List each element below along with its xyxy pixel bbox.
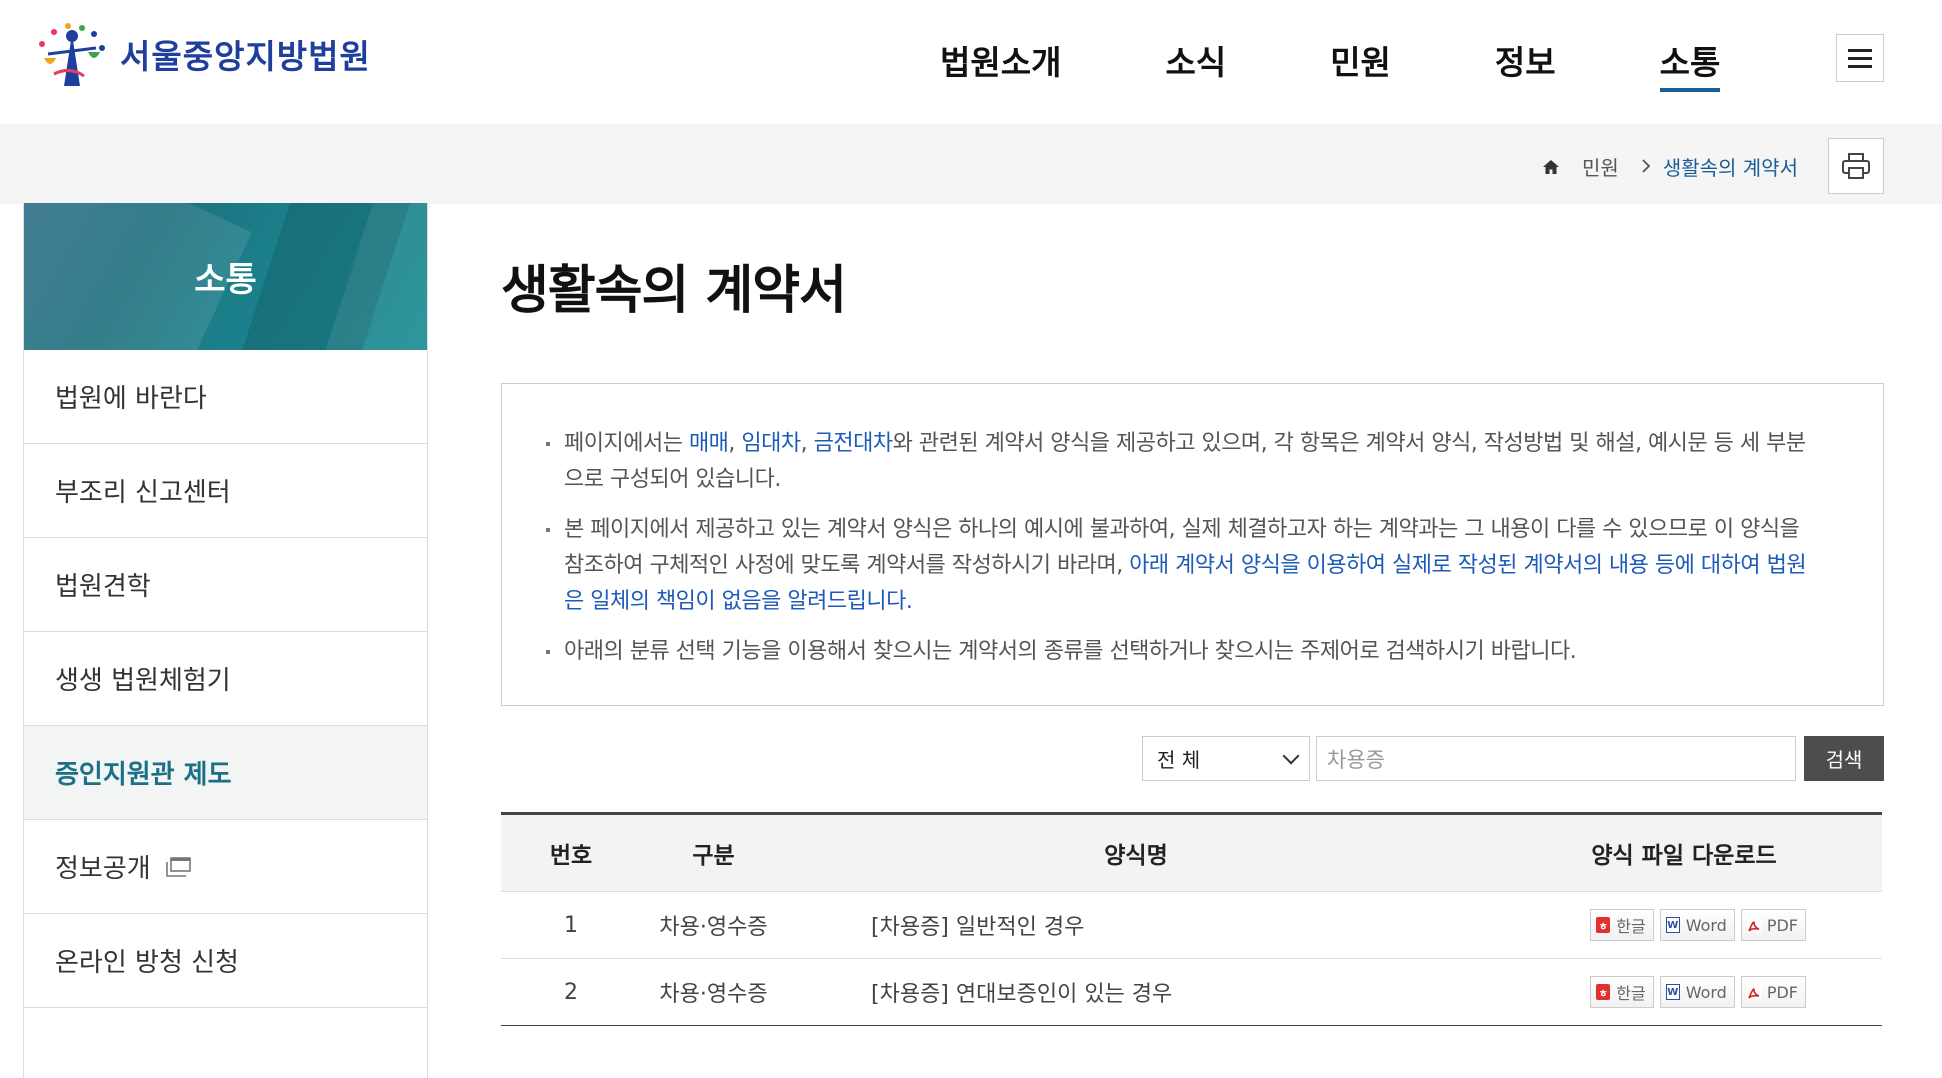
word-file-icon: W xyxy=(1665,984,1680,1000)
hwp-file-icon: ㅎ xyxy=(1596,917,1611,933)
row-form-name[interactable]: [차용증] 일반적인 경우 xyxy=(786,909,1486,941)
chevron-right-icon xyxy=(1641,155,1651,179)
download-word-button[interactable]: W Word xyxy=(1659,909,1735,941)
sidebar-item-court-experience[interactable]: 생생 법원체험기 xyxy=(24,632,427,726)
print-button[interactable] xyxy=(1828,138,1884,194)
row-number: 2 xyxy=(564,979,578,1005)
chevron-down-icon xyxy=(1282,747,1300,765)
col-download: 양식 파일 다운로드 xyxy=(1591,843,1777,869)
breadcrumb-current[interactable]: 생활속의 계약서 xyxy=(1663,152,1798,181)
site-header: 서울중앙지방법원 법원소개 소식 민원 정보 소통 xyxy=(0,0,1942,124)
table-row: 1 차용·영수증 [차용증] 일반적인 경우 ㅎ 한글 W Word PDF xyxy=(501,892,1882,959)
pdf-file-icon xyxy=(1746,917,1761,933)
row-downloads: ㅎ 한글 W Word PDF xyxy=(1486,976,1882,1008)
link-loan[interactable]: 금전대차 xyxy=(814,431,893,456)
link-sale[interactable]: 매매 xyxy=(689,431,729,456)
sidebar-item-online-hearing[interactable]: 온라인 방청 신청 xyxy=(24,914,427,1008)
search-input[interactable] xyxy=(1316,736,1796,781)
col-category: 구분 xyxy=(692,843,735,869)
row-downloads: ㅎ 한글 W Word PDF xyxy=(1486,909,1882,941)
col-form-name: 양식명 xyxy=(1104,843,1168,869)
contract-table: 번호 구분 양식명 양식 파일 다운로드 1 차용·영수증 [차용증] 일반적인… xyxy=(501,812,1882,1026)
location-bar: 민원 생활속의 계약서 xyxy=(0,124,1942,204)
row-form-name[interactable]: [차용증] 연대보증인이 있는 경우 xyxy=(786,976,1486,1008)
menu-button[interactable] xyxy=(1836,34,1884,82)
home-icon[interactable] xyxy=(1542,158,1560,176)
search-button[interactable]: 검색 xyxy=(1804,736,1884,781)
nav-item-info[interactable]: 정보 xyxy=(1495,36,1556,92)
notice-paragraph: 페이지에서는 매매, 임대차, 금전대차와 관련된 계약서 양식을 제공하고 있… xyxy=(546,426,1823,498)
main-nav: 법원소개 소식 민원 정보 소통 xyxy=(940,36,1720,92)
row-category: 차용·영수증 xyxy=(659,982,768,1007)
download-pdf-button[interactable]: PDF xyxy=(1740,909,1806,941)
new-window-icon xyxy=(165,856,191,877)
breadcrumb-item-civil[interactable]: 민원 xyxy=(1582,152,1619,181)
logo-text: 서울중앙지방법원 xyxy=(120,37,371,76)
pdf-file-icon xyxy=(1746,984,1761,1000)
notice-paragraph: 아래의 분류 선택 기능을 이용해서 찾으시는 계약서의 종류를 선택하거나 찾… xyxy=(546,634,1823,670)
page-title: 생활속의 계약서 xyxy=(501,261,847,321)
category-select[interactable]: 전 체 xyxy=(1142,736,1310,781)
row-category: 차용·영수증 xyxy=(659,915,768,940)
link-lease[interactable]: 임대차 xyxy=(741,431,801,456)
sidebar-item-witness-support[interactable]: 증인지원관 제도 xyxy=(24,726,427,820)
download-hwp-button[interactable]: ㅎ 한글 xyxy=(1590,976,1654,1008)
table-header: 번호 구분 양식명 양식 파일 다운로드 xyxy=(501,815,1882,892)
notice-box: 페이지에서는 매매, 임대차, 금전대차와 관련된 계약서 양식을 제공하고 있… xyxy=(501,383,1884,706)
category-select-value: 전 체 xyxy=(1157,748,1201,772)
sidebar-title: 소통 xyxy=(194,260,257,300)
download-pdf-button[interactable]: PDF xyxy=(1740,976,1806,1008)
sidebar-header: 소통 xyxy=(24,203,427,350)
printer-icon xyxy=(1842,153,1870,179)
table-row: 2 차용·영수증 [차용증] 연대보증인이 있는 경우 ㅎ 한글 W Word PD… xyxy=(501,959,1882,1026)
sidebar-item-corruption-report[interactable]: 부조리 신고센터 xyxy=(24,444,427,538)
sidebar-item-suggestion[interactable]: 법원에 바란다 xyxy=(24,350,427,444)
nav-item-civil[interactable]: 민원 xyxy=(1330,36,1391,92)
sidebar-item-court-tour[interactable]: 법원견학 xyxy=(24,538,427,632)
hamburger-icon xyxy=(1848,48,1872,52)
site-logo[interactable]: 서울중앙지방법원 xyxy=(24,14,371,94)
nav-item-news[interactable]: 소식 xyxy=(1165,36,1226,92)
sidebar-item-label: 정보공개 xyxy=(55,854,151,884)
sidebar-item-info-disclosure[interactable]: 정보공개 xyxy=(24,820,427,914)
nav-item-court-intro[interactable]: 법원소개 xyxy=(940,36,1061,92)
nav-item-communication[interactable]: 소통 xyxy=(1659,36,1720,92)
download-hwp-button[interactable]: ㅎ 한글 xyxy=(1590,909,1654,941)
sidebar: 소통 법원에 바란다 부조리 신고센터 법원견학 생생 법원체험기 증인지원관 … xyxy=(23,203,428,1078)
breadcrumb: 민원 생활속의 계약서 xyxy=(1542,152,1798,181)
hwp-file-icon: ㅎ xyxy=(1596,984,1611,1000)
download-word-button[interactable]: W Word xyxy=(1659,976,1735,1008)
row-number: 1 xyxy=(564,912,578,938)
word-file-icon: W xyxy=(1665,917,1680,933)
notice-paragraph: 본 페이지에서 제공하고 있는 계약서 양식은 하나의 예시에 불과하여, 실제… xyxy=(546,512,1823,620)
col-number: 번호 xyxy=(549,843,593,869)
court-emblem-icon xyxy=(24,14,116,94)
